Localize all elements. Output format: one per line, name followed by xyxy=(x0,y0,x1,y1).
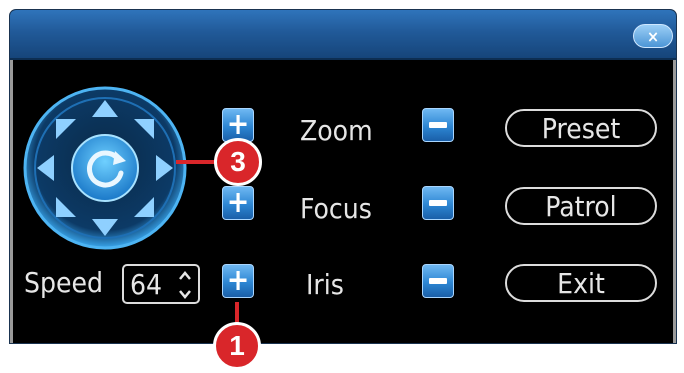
speed-stepper[interactable]: 64 xyxy=(122,264,200,304)
callout-3-badge: 3 xyxy=(214,138,262,186)
plus-icon: + xyxy=(226,185,250,220)
iris-close-button[interactable] xyxy=(422,264,454,298)
callout-3-leader-line xyxy=(176,160,216,164)
speed-value: 64 xyxy=(130,267,163,301)
directional-pad[interactable] xyxy=(22,85,188,251)
panel-border-right xyxy=(673,60,676,343)
zoom-label: Zoom xyxy=(300,114,373,147)
minus-icon xyxy=(429,278,447,284)
exit-button[interactable]: Exit xyxy=(505,264,657,302)
callout-1-badge: 1 xyxy=(213,322,261,370)
zoom-in-button[interactable]: + xyxy=(222,108,254,142)
panel-border-left xyxy=(10,60,13,343)
zoom-out-button[interactable] xyxy=(422,108,454,142)
plus-icon: + xyxy=(226,107,250,142)
auto-rotate-button[interactable] xyxy=(71,134,139,202)
iris-open-button[interactable]: + xyxy=(222,264,254,298)
minus-icon xyxy=(429,200,447,206)
title-bar: × xyxy=(10,10,676,60)
focus-far-button[interactable] xyxy=(422,186,454,220)
iris-label: Iris xyxy=(306,268,344,301)
minus-icon xyxy=(429,122,447,128)
preset-button[interactable]: Preset xyxy=(505,109,657,147)
patrol-button[interactable]: Patrol xyxy=(505,187,657,225)
speed-label: Speed xyxy=(24,266,103,299)
close-icon: × xyxy=(646,26,660,46)
focus-near-button[interactable]: + xyxy=(222,186,254,220)
focus-label: Focus xyxy=(300,192,372,225)
close-button[interactable]: × xyxy=(633,24,673,48)
stepper-arrows-icon[interactable] xyxy=(178,270,192,300)
ptz-control-window: × + Zoom Preset + Focus Patrol Speed 64 … xyxy=(10,10,676,343)
plus-icon: + xyxy=(226,263,250,298)
